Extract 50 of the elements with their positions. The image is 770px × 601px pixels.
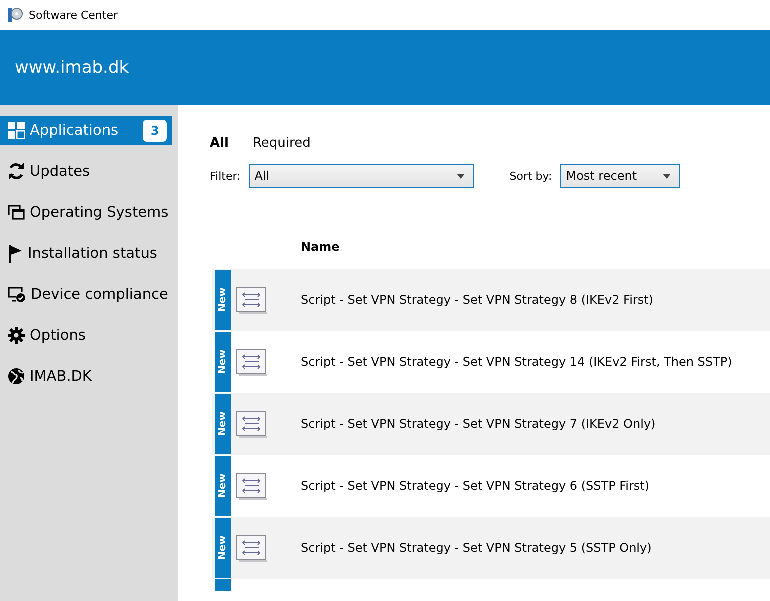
app-name: Script - Set VPN Strategy - Set VPN Strategy 5 (SSTP Only): [301, 541, 652, 555]
sidebar-item-label: Operating Systems: [30, 204, 169, 220]
globe-icon: [8, 368, 25, 385]
flag-icon: [8, 244, 23, 262]
app-name: Script - Set VPN Strategy - Set VPN Strategy 7 (IKEv2 Only): [301, 417, 656, 431]
window-title: Software Center: [29, 8, 118, 22]
header-title: www.imab.dk: [15, 58, 130, 78]
sidebar-item[interactable]: IMAB.DK: [0, 362, 172, 391]
new-badge: New: [215, 456, 231, 516]
sidebar-item[interactable]: Applications 3: [0, 116, 172, 145]
tab[interactable]: All: [210, 135, 229, 152]
app-icon: [8, 7, 23, 23]
app-row[interactable]: New Script - Set VPN Strategy - Set VPN Strategy 5 (SSTP Only): [212, 517, 770, 579]
sidebar-item[interactable]: Operating Systems: [0, 198, 172, 227]
filter-label: Filter:: [210, 170, 241, 182]
sidebar-item[interactable]: Options: [0, 321, 172, 350]
script-icon: [236, 472, 268, 500]
app-name: Script - Set VPN Strategy - Set VPN Strategy 14 (IKEv2 First, Then SSTP): [301, 355, 732, 369]
script-icon: [236, 286, 268, 314]
sidebar-item-label: IMAB.DK: [30, 368, 92, 384]
script-icon: [236, 410, 268, 438]
new-badge: New: [215, 332, 231, 392]
sidebar-item-label: Device compliance: [31, 286, 168, 302]
count-badge: 3: [143, 120, 167, 142]
sidebar-item[interactable]: Installation status: [0, 239, 172, 268]
sort-dropdown[interactable]: Most recent: [560, 164, 680, 188]
sidebar-item[interactable]: Device compliance: [0, 280, 172, 309]
script-icon: [236, 348, 268, 376]
sidebar-item[interactable]: Updates: [0, 157, 172, 186]
column-header: Name: [301, 240, 341, 256]
app-name: Script - Set VPN Strategy - Set VPN Strategy 8 (IKEv2 First): [301, 293, 654, 307]
new-badge: New: [215, 518, 231, 578]
windows-icon: [8, 205, 25, 220]
app-name: Script - Set VPN Strategy - Set VPN Strategy 6 (SSTP First): [301, 479, 650, 493]
sidebar-item-label: Installation status: [28, 246, 158, 262]
sidebar-item-label: Updates: [30, 164, 90, 180]
apps-icon: [8, 122, 25, 139]
new-badge: New: [215, 394, 231, 454]
script-icon: [236, 534, 268, 562]
sort-label: Sort by:: [510, 170, 552, 182]
tab[interactable]: Required: [252, 135, 311, 152]
refresh-icon: [8, 163, 25, 180]
app-row[interactable]: New Script - Set VPN Strategy - Set VPN Strategy 8 (IKEv2 First): [212, 269, 770, 331]
settings-icon: [8, 327, 25, 344]
sidebar-item-label: Options: [30, 328, 86, 344]
new-badge: New: [215, 270, 231, 330]
sidebar-item-label: Applications: [30, 122, 119, 138]
app-row[interactable]: New Script - Set VPN Strategy - Set VPN Strategy 7 (IKEv2 Only): [212, 393, 770, 455]
compliance-icon: [8, 286, 26, 302]
filter-dropdown[interactable]: All: [248, 164, 474, 188]
